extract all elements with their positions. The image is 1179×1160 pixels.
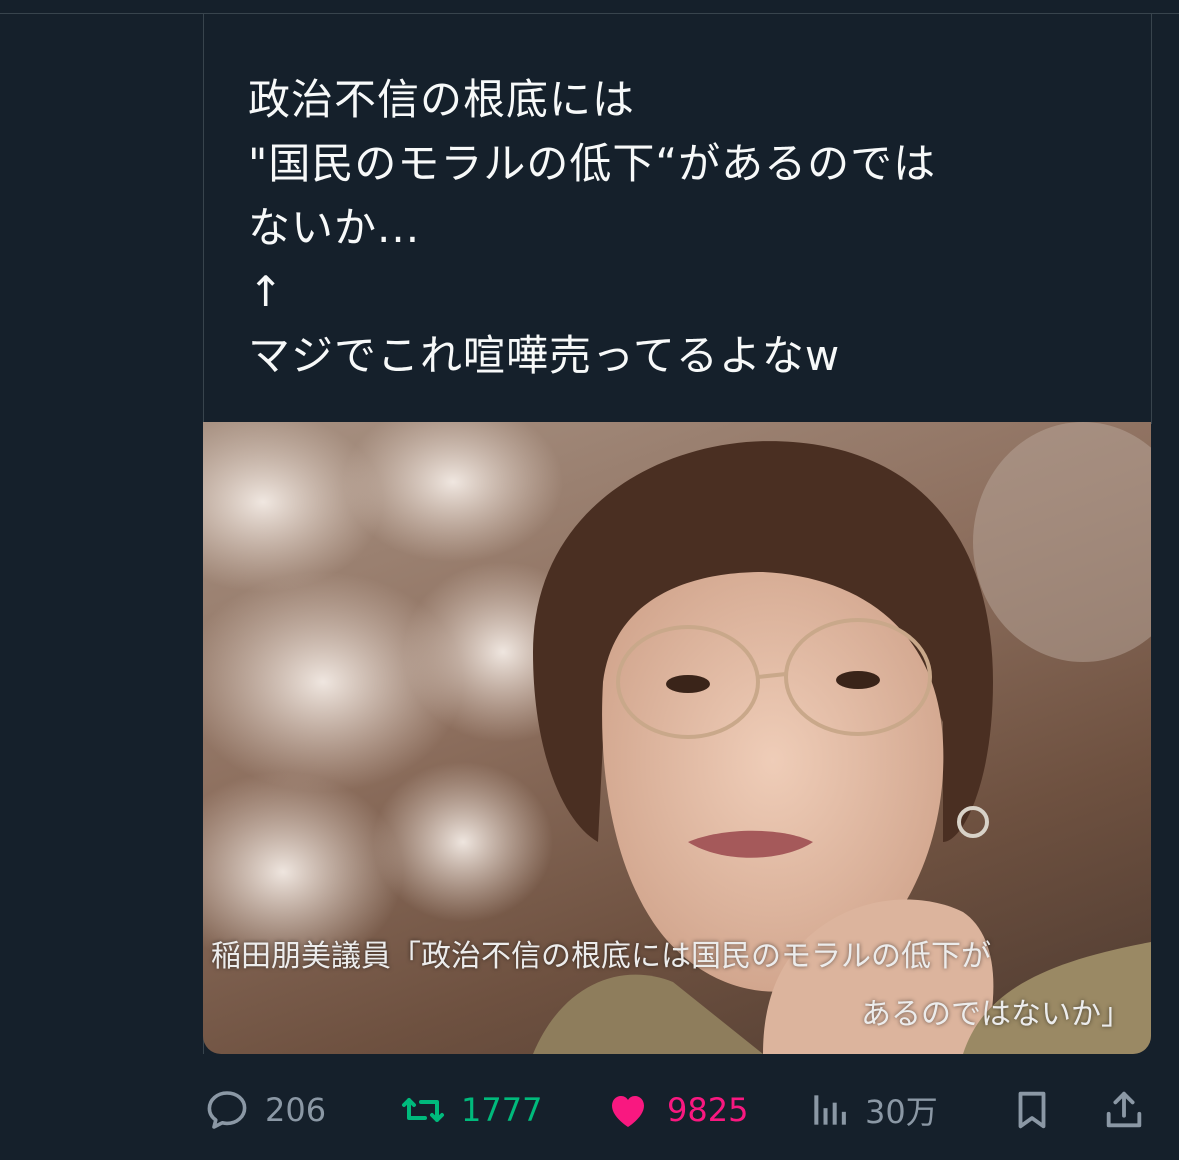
views-button[interactable]: 30万 xyxy=(807,1080,938,1140)
post-text: 政治不信の根底には "国民のモラルの低下“があるのでは ないか... ↑ マジで… xyxy=(248,68,1128,388)
post-text-line: "国民のモラルの低下“があるのでは xyxy=(248,139,937,188)
image-caption: 稲田朋美議員「政治不信の根底には国民のモラルの低下が あるのではないか」 xyxy=(211,928,1131,1044)
share-icon xyxy=(1106,1091,1142,1128)
share-button[interactable] xyxy=(1101,1080,1147,1140)
post-text-line: ↑ xyxy=(248,267,285,316)
retweet-button[interactable]: 1777 xyxy=(399,1080,542,1140)
top-divider xyxy=(0,13,1179,14)
post-text-line: マジでこれ喧嘩売ってるよなw xyxy=(248,331,841,380)
reply-icon xyxy=(207,1091,247,1129)
post-text-line: ないか... xyxy=(248,203,421,252)
caption-line: あるのではないか」 xyxy=(861,997,1131,1032)
reply-button[interactable]: 206 xyxy=(203,1080,326,1140)
action-bar: 206 1777 9825 30万 xyxy=(203,1080,1151,1140)
post-text-line: 政治不信の根底には xyxy=(248,75,636,124)
views-count: 30万 xyxy=(865,1093,938,1131)
thread-divider-right xyxy=(1151,14,1152,424)
retweet-count: 1777 xyxy=(461,1091,543,1129)
caption-line: 稲田朋美議員「政治不信の根底には国民のモラルの低下が xyxy=(211,939,991,974)
retweet-icon xyxy=(402,1098,444,1122)
heart-icon xyxy=(612,1096,644,1127)
reply-count: 206 xyxy=(265,1091,327,1129)
bookmark-icon xyxy=(1018,1091,1046,1129)
post-image[interactable]: 稲田朋美議員「政治不信の根底には国民のモラルの低下が あるのではないか」 xyxy=(203,422,1151,1054)
bar-chart-icon xyxy=(814,1095,846,1125)
bookmark-button[interactable] xyxy=(1009,1080,1055,1140)
like-count: 9825 xyxy=(667,1091,749,1129)
like-button[interactable]: 9825 xyxy=(603,1080,748,1140)
